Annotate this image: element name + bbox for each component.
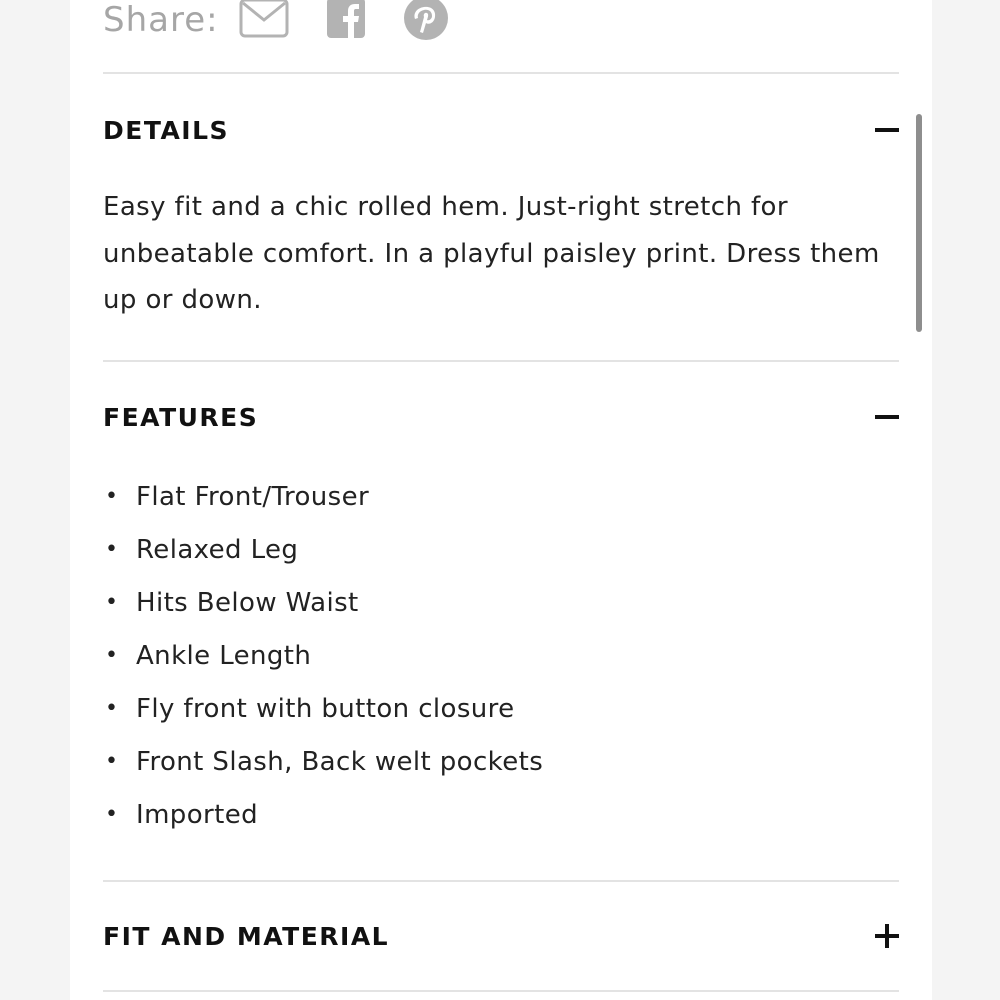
list-item: • Fly front with button closure xyxy=(103,682,543,735)
list-item: • Imported xyxy=(103,788,543,841)
bullet-icon: • xyxy=(105,749,119,774)
bullet-icon: • xyxy=(105,696,119,721)
bullet-icon: • xyxy=(105,590,119,615)
list-item: • Flat Front/Trouser xyxy=(103,470,543,523)
features-title: FEATURES xyxy=(103,402,259,432)
feature-text: Relaxed Leg xyxy=(136,534,299,565)
divider xyxy=(103,72,899,74)
features-list: • Flat Front/Trouser • Relaxed Leg • Hits B… xyxy=(103,470,543,841)
fit-and-material-accordion-header[interactable]: FIT AND MATERIAL xyxy=(103,916,899,956)
feature-text: Flat Front/Trouser xyxy=(136,481,370,512)
collapse-minus-icon[interactable] xyxy=(875,405,899,429)
bullet-icon: • xyxy=(105,537,119,562)
details-description: Easy fit and a chic rolled hem. Just-rig… xyxy=(103,192,880,315)
list-item: • Relaxed Leg xyxy=(103,523,543,576)
details-accordion-header[interactable]: DETAILS xyxy=(103,110,899,150)
divider xyxy=(103,880,899,882)
feature-text: Imported xyxy=(136,799,258,830)
bullet-icon: • xyxy=(105,643,119,668)
pinterest-icon[interactable] xyxy=(403,0,449,45)
mail-icon[interactable] xyxy=(239,0,289,42)
expand-plus-icon[interactable] xyxy=(875,924,899,948)
feature-text: Fly front with button closure xyxy=(136,693,515,724)
list-item: • Front Slash, Back welt pockets xyxy=(103,735,543,788)
feature-text: Hits Below Waist xyxy=(136,587,359,618)
feature-text: Front Slash, Back welt pockets xyxy=(136,746,544,777)
product-info-panel: Share: DETAILS Easy fit and a chic rolle… xyxy=(70,0,932,1000)
features-accordion-header[interactable]: FEATURES xyxy=(103,397,899,437)
list-item: • Hits Below Waist xyxy=(103,576,543,629)
fit-and-material-title: FIT AND MATERIAL xyxy=(103,921,390,951)
divider xyxy=(103,360,899,362)
share-label: Share: xyxy=(103,0,219,40)
list-item: • Ankle Length xyxy=(103,629,543,682)
facebook-icon[interactable] xyxy=(326,0,365,42)
scrollbar-thumb[interactable] xyxy=(916,114,922,332)
feature-text: Ankle Length xyxy=(136,640,312,671)
collapse-minus-icon[interactable] xyxy=(875,118,899,142)
bullet-icon: • xyxy=(105,802,119,827)
share-row: Share: xyxy=(103,0,487,48)
divider xyxy=(103,990,899,992)
details-title: DETAILS xyxy=(103,115,230,145)
bullet-icon: • xyxy=(105,484,119,509)
